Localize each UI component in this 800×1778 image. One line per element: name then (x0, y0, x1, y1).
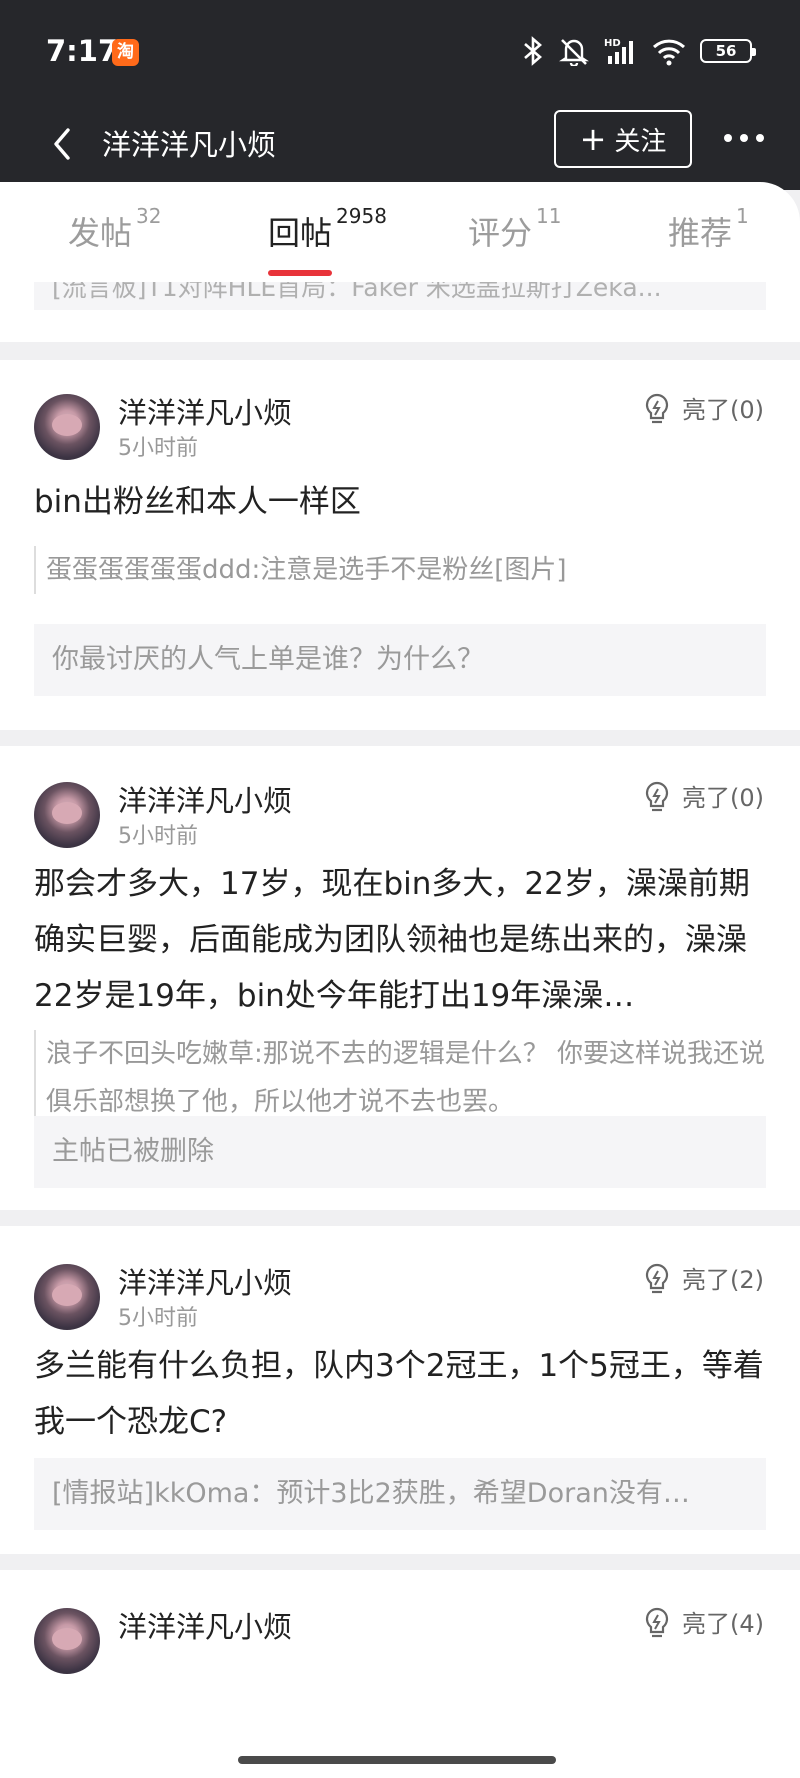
lightbulb-icon (645, 1607, 669, 1637)
svg-text:HD: HD (604, 38, 621, 49)
light-button[interactable]: 亮了(0) (642, 390, 764, 425)
light-count: 亮了(0) (682, 396, 764, 424)
list-item[interactable]: 洋洋洋凡小烦 5小时前 亮了(2) 多兰能有什么负担，队内3个2冠王，1个5冠王… (0, 1226, 800, 1554)
follow-label: 关注 (614, 126, 667, 157)
lightbulb-icon (645, 1263, 669, 1293)
reply-body: 多兰能有什么负担，队内3个2冠王，1个5冠王，等着我一个恐龙C? (34, 1348, 764, 1440)
light-count: 亮了(2) (682, 1266, 764, 1294)
battery-level: 56 (715, 42, 737, 60)
reply-list[interactable]: [流言板]T1对阵HLE首局：Faker 米选盖拉斯打Zeka... 洋洋洋凡小… (0, 282, 800, 1778)
list-item[interactable]: 洋洋洋凡小烦 5小时前 亮了(0) 那会才多大，17岁，现在bin多大，22岁，… (0, 746, 800, 1210)
nav-bar: 洋洋洋凡小烦 + 关注 (0, 100, 800, 190)
parent-post-link[interactable]: [情报站]kkOma：预计3比2获胜，希望Doran没有… (34, 1458, 766, 1530)
list-item[interactable]: 洋洋洋凡小烦 5小时前 亮了(0) bin出粉丝和本人一样区 蛋蛋蛋蛋蛋蛋ddd… (0, 360, 800, 730)
avatar[interactable] (34, 1264, 100, 1330)
more-options-icon[interactable] (724, 134, 764, 142)
lightbulb-icon (645, 781, 669, 811)
taobao-app-icon: 淘 (112, 39, 139, 66)
light-count: 亮了(4) (682, 1610, 764, 1638)
light-button[interactable]: 亮了(2) (642, 1260, 764, 1295)
light-button[interactable]: 亮了(0) (642, 778, 764, 813)
status-time: 7:17 (46, 34, 119, 68)
page-title: 洋洋洋凡小烦 (102, 128, 277, 162)
reply-body: bin出粉丝和本人一样区 (34, 484, 361, 520)
tab-count: 1 (736, 204, 749, 228)
avatar[interactable] (34, 782, 100, 848)
tab-count: 32 (136, 204, 162, 228)
back-arrow-icon[interactable] (44, 122, 80, 166)
avatar[interactable] (34, 394, 100, 460)
post-time: 5小时前 (118, 1306, 198, 1331)
system-icons: HD 56 (522, 34, 756, 68)
light-count: 亮了(0) (682, 784, 764, 812)
active-tab-indicator (268, 270, 332, 276)
tab-ratings[interactable]: 评分 11 (468, 204, 561, 254)
username[interactable]: 洋洋洋凡小烦 (118, 390, 292, 432)
battery-icon: 56 (700, 39, 756, 63)
tab-count: 2958 (336, 204, 387, 228)
quoted-reply: 浪子不回头吃嫩草:那说不去的逻辑是什么？ 你要这样说我还说俱乐部想换了他，所以他… (34, 1030, 766, 1126)
tab-posts[interactable]: 发帖 32 (68, 204, 161, 254)
mute-bell-icon (559, 39, 589, 66)
username[interactable]: 洋洋洋凡小烦 (118, 1260, 292, 1302)
parent-post-link[interactable]: 主帖已被删除 (34, 1116, 766, 1188)
profile-tabs: 发帖 32 回帖 2958 评分 11 推荐 1 (0, 182, 800, 282)
parent-post-link[interactable]: 你最讨厌的人气上单是谁？为什么？ (34, 624, 766, 696)
quoted-reply: 蛋蛋蛋蛋蛋蛋ddd:注意是选手不是粉丝[图片] (34, 546, 766, 594)
tab-replies[interactable]: 回帖 2958 (268, 204, 387, 254)
username[interactable]: 洋洋洋凡小烦 (118, 778, 292, 820)
wifi-icon (652, 39, 686, 66)
light-button[interactable]: 亮了(4) (642, 1604, 764, 1639)
post-time: 5小时前 (118, 824, 198, 849)
status-bar: 7:17 淘 HD 56 (0, 0, 800, 100)
avatar[interactable] (34, 1608, 100, 1674)
list-item[interactable]: 洋洋洋凡小烦 亮了(4) (0, 1570, 800, 1778)
list-item[interactable]: [流言板]T1对阵HLE首局：Faker 米选盖拉斯打Zeka... (0, 282, 800, 342)
username[interactable]: 洋洋洋凡小烦 (118, 1604, 292, 1646)
tab-recommend[interactable]: 推荐 1 (668, 204, 749, 254)
signal-hd-icon: HD (604, 38, 633, 64)
post-time: 5小时前 (118, 436, 198, 461)
top-bar: 7:17 淘 HD 56 洋洋洋凡小烦 + 关注 (0, 0, 800, 190)
plus-icon: + (579, 120, 607, 158)
lightbulb-icon (645, 393, 669, 423)
parent-post-link[interactable]: [流言板]T1对阵HLE首局：Faker 米选盖拉斯打Zeka... (34, 282, 766, 310)
bluetooth-icon (524, 36, 542, 66)
reply-body: 那会才多大，17岁，现在bin多大，22岁，澡澡前期确实巨婴，后面能成为团队领袖… (34, 866, 750, 1014)
home-indicator[interactable] (238, 1756, 556, 1764)
follow-button[interactable]: + 关注 (554, 110, 692, 168)
tab-count: 11 (536, 204, 562, 228)
